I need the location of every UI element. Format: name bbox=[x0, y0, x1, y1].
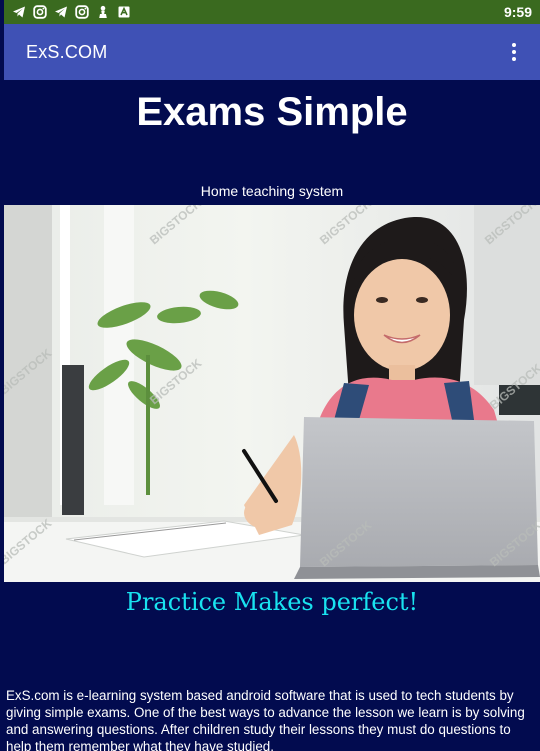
pawn-icon bbox=[96, 5, 110, 19]
tagline: Practice Makes perfect! bbox=[125, 588, 419, 616]
app-bar: ExS.COM bbox=[4, 24, 540, 80]
app-description: ExS.com is e-learning system based andro… bbox=[6, 688, 525, 751]
main-content: Exams Simple Home teaching system BIGSTO… bbox=[4, 80, 540, 751]
hero-subtitle: Home teaching system bbox=[200, 183, 344, 199]
instagram-icon bbox=[33, 5, 47, 19]
status-bar: 9:59 bbox=[4, 0, 540, 24]
telegram-icon bbox=[12, 5, 26, 19]
hero-photo-girl-studying: BIGSTOCK BIGSTOCK BIGSTOCK BIGSTOCK BIGS… bbox=[4, 205, 540, 582]
app-title: ExS.COM bbox=[26, 41, 108, 62]
notification-icons bbox=[12, 5, 131, 19]
hero-title: Exams Simple bbox=[136, 90, 408, 134]
more-vert-icon[interactable] bbox=[504, 40, 524, 64]
telegram-icon bbox=[54, 5, 68, 19]
instagram-icon bbox=[75, 5, 89, 19]
clock-time: 9:59 bbox=[503, 4, 532, 20]
news-icon bbox=[117, 5, 131, 19]
